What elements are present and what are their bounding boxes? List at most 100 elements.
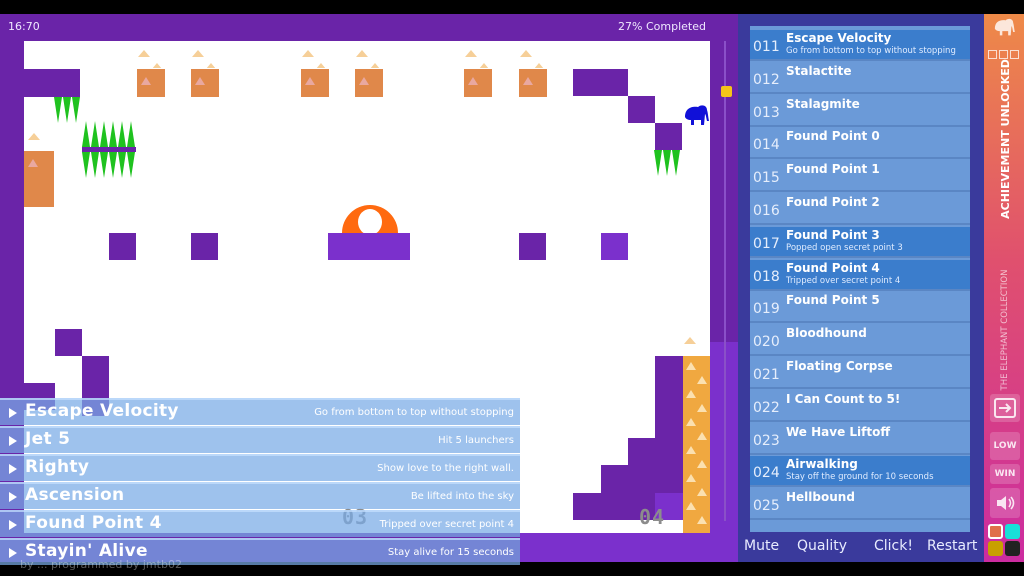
toast-item: Righty Show love to the right wall. <box>0 454 520 481</box>
spike <box>91 121 99 147</box>
achievement-number: 017 <box>753 235 780 252</box>
spike <box>100 152 108 178</box>
color-swatch[interactable] <box>988 524 1003 539</box>
crate <box>301 69 329 97</box>
play-triangle-icon <box>9 548 17 558</box>
achievement-item[interactable]: 012 Stalactite <box>750 62 970 94</box>
achievement-item[interactable]: 014 Found Point 0 <box>750 128 970 160</box>
toast-desc: Tripped over secret point 4 <box>379 519 514 530</box>
launcher-arrow <box>686 362 696 370</box>
spike <box>109 121 117 147</box>
spike <box>127 152 135 178</box>
achievement-title: Hellbound <box>786 490 855 505</box>
crate-cap <box>138 50 150 57</box>
achievement-item[interactable]: 022 I Can Count to 5! <box>750 390 970 422</box>
launcher-arrow <box>697 376 707 384</box>
achievement-item[interactable]: 017 Found Point 3 Popped open secret point… <box>750 226 970 258</box>
toast-desc: Be lifted into the sky <box>410 491 514 502</box>
achievement-title: Found Point 2 <box>786 195 880 209</box>
quality-low-button[interactable]: LOW <box>990 432 1020 460</box>
crate <box>464 69 492 97</box>
crate-cap <box>356 50 368 57</box>
achievement-item[interactable]: 024 Airwalking Stay off the ground for 10 … <box>750 456 970 488</box>
quality-button[interactable]: Quality <box>797 538 847 554</box>
room-label: 04 <box>639 505 666 529</box>
achievement-title: Bloodhound <box>786 326 867 341</box>
achievement-item[interactable]: 013 Stalagmite <box>750 95 970 127</box>
wall-block <box>573 69 628 96</box>
color-swatch[interactable] <box>1005 541 1020 556</box>
wall-block <box>191 233 218 260</box>
color-swatch[interactable] <box>988 541 1003 556</box>
achievement-number: 016 <box>753 203 780 219</box>
control-bar: Mute Quality Click! Restart <box>738 538 984 560</box>
achievement-list[interactable]: 011 Escape Velocity Go from bottom to top … <box>750 26 970 532</box>
wall-block <box>655 356 683 493</box>
elephant-logo-icon[interactable] <box>992 17 1016 37</box>
toast-desc: Go from bottom to top without stopping <box>314 407 514 418</box>
win-label: WIN <box>994 469 1016 479</box>
speaker-icon <box>997 496 1015 510</box>
collection-label: THE ELEPHANT COLLECTION <box>1000 269 1010 391</box>
sound-button[interactable] <box>990 488 1020 518</box>
achievement-number: 022 <box>753 399 780 416</box>
click-button[interactable]: Click! <box>874 538 913 554</box>
goal-platform <box>328 233 410 260</box>
timer: 16:70 <box>8 20 40 33</box>
achievement-desc: Popped open secret point 3 <box>786 242 903 253</box>
spike <box>118 121 126 147</box>
launcher-column <box>683 356 710 533</box>
toast-title: Escape Velocity <box>25 401 179 421</box>
achievement-desc: Stay off the ground for 10 seconds <box>786 472 934 483</box>
achievement-item[interactable]: 023 We Have Liftoff <box>750 423 970 455</box>
crate-cap <box>206 63 216 68</box>
achievement-item[interactable]: 018 Found Point 4 Tripped over secret poin… <box>750 259 970 291</box>
achievement-number: 021 <box>753 367 780 383</box>
crate-cap <box>479 63 489 68</box>
achievement-item[interactable]: 019 Found Point 5 <box>750 292 970 324</box>
achievement-number: 020 <box>753 334 780 351</box>
achievement-item[interactable]: 020 Bloodhound <box>750 325 970 357</box>
level-scrollbar[interactable] <box>710 41 738 533</box>
achievement-number: 011 <box>753 39 780 55</box>
secret-point-goal <box>342 205 398 233</box>
scrollbar-track[interactable] <box>724 41 726 521</box>
wall-block <box>55 329 82 356</box>
scrollbar-thumb[interactable] <box>721 86 732 97</box>
game-area[interactable]: 16:70 27% Completed 04 Escape Velocity G… <box>0 14 738 571</box>
toast-item: Jet 5 Hit 5 launchers <box>0 426 520 453</box>
spike <box>654 150 662 176</box>
achievement-title: We Have Liftoff <box>786 424 891 439</box>
achievement-item[interactable]: 025 Hellbound <box>750 489 970 521</box>
side-bar: ACHIEVEMENT UNLOCKED THE ELEPHANT COLLEC… <box>984 14 1024 562</box>
achievement-number: 013 <box>753 104 780 121</box>
achievement-item[interactable]: 021 Floating Corpse <box>750 358 970 389</box>
elephant-player-icon <box>685 105 709 125</box>
left-wall <box>0 41 24 398</box>
toast-desc: Hit 5 launchers <box>438 435 514 446</box>
spike <box>54 97 62 123</box>
launcher-arrow <box>697 404 707 412</box>
achievements-panel: 011 Escape Velocity Go from bottom to top … <box>738 14 984 562</box>
wall-block <box>655 123 682 150</box>
toast-title: Jet 5 <box>25 429 71 449</box>
win-button[interactable]: WIN <box>990 464 1020 484</box>
crate <box>355 69 383 97</box>
achievement-item[interactable]: 015 Found Point 1 <box>750 161 970 193</box>
achievement-item[interactable]: 016 Found Point 2 <box>750 194 970 225</box>
achievement-title: Found Point 3 <box>786 227 880 242</box>
achievement-toasts: Escape Velocity Go from bottom to top wit… <box>0 398 520 565</box>
exit-button[interactable] <box>990 394 1020 422</box>
mute-button[interactable]: Mute <box>744 538 779 554</box>
spike <box>91 152 99 178</box>
launcher-arrow <box>686 390 696 398</box>
color-swatch[interactable] <box>1005 524 1020 539</box>
achievement-item[interactable]: 011 Escape Velocity Go from bottom to top … <box>750 30 970 61</box>
launcher-arrow <box>686 502 696 510</box>
spike <box>82 121 90 147</box>
achievement-number: 024 <box>753 465 780 482</box>
spike <box>109 152 117 178</box>
toast-title: Righty <box>25 457 90 477</box>
restart-button[interactable]: Restart <box>927 538 977 554</box>
wall-block <box>519 233 546 260</box>
